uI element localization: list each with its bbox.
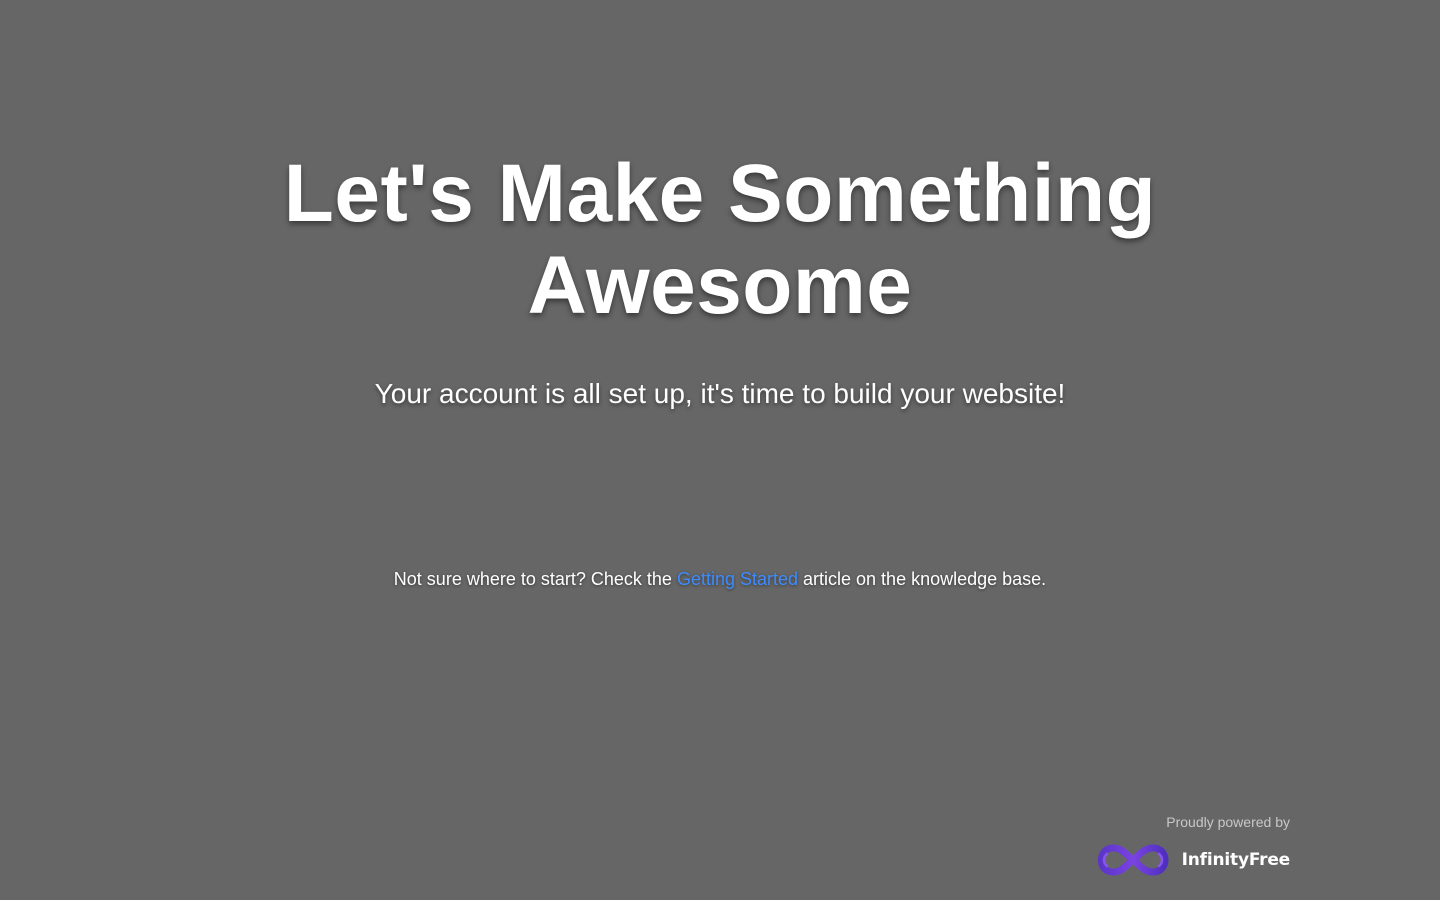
help-suffix: article on the knowledge base. xyxy=(798,569,1047,589)
help-message: Not sure where to start? Check the Getti… xyxy=(0,568,1440,590)
infinityfree-brand-link[interactable]: InfinityFree xyxy=(1070,838,1290,882)
getting-started-link[interactable]: Getting Started xyxy=(677,569,798,589)
infinity-logo-icon xyxy=(1097,844,1169,876)
account-ready-message: Your account is all set up, it's time to… xyxy=(374,378,1066,409)
help-prefix: Not sure where to start? Check the xyxy=(393,569,677,589)
powered-by-footer: Proudly powered by InfinityFree xyxy=(1070,814,1290,882)
page-title: Let's Make Something Awesome xyxy=(283,148,1157,331)
powered-by-label: Proudly powered by xyxy=(1166,814,1290,830)
brand-name: InfinityFree xyxy=(1181,850,1291,870)
